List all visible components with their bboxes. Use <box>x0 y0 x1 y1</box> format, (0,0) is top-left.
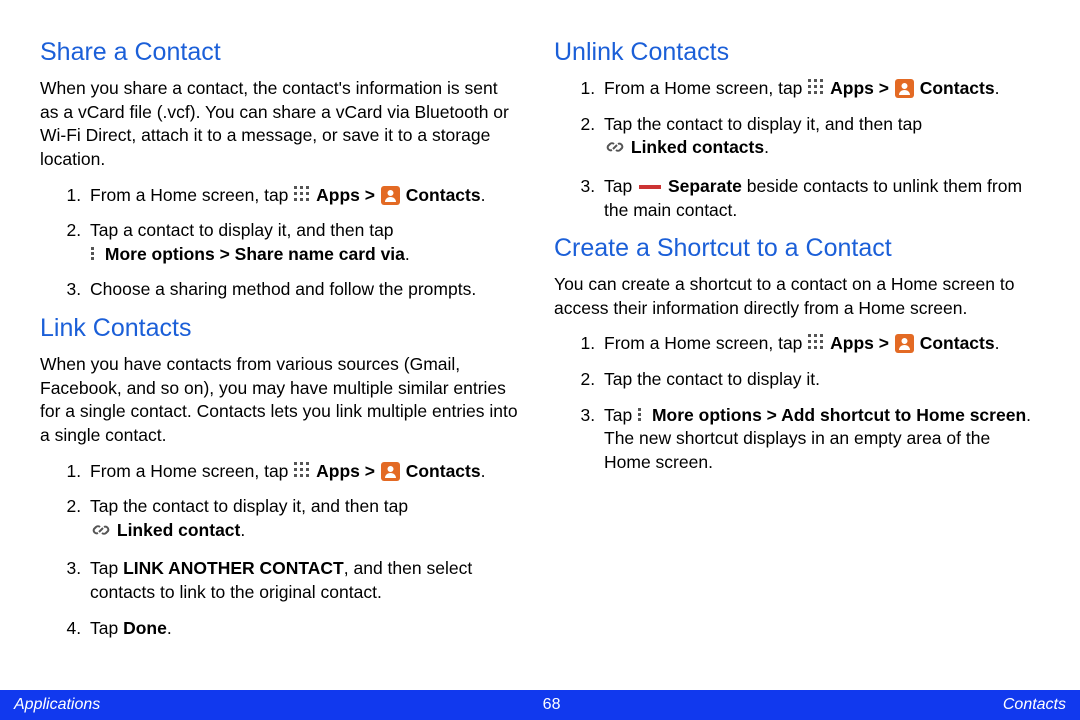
list-item: From a Home screen, tap Apps > Contacts. <box>600 77 1040 101</box>
list-item: Choose a sharing method and follow the p… <box>86 278 520 302</box>
list-item: Tap the contact to display it, and then … <box>86 495 520 545</box>
more-options-icon <box>638 406 644 423</box>
list-item: Tap the contact to display it, and then … <box>600 113 1040 163</box>
create-shortcut-heading: Create a Shortcut to a Contact <box>554 234 1040 263</box>
list-item: Tap More options > Add shortcut to Home … <box>600 404 1040 475</box>
link-contacts-heading: Link Contacts <box>40 314 520 343</box>
more-options-icon <box>91 245 97 262</box>
contacts-icon <box>895 79 914 98</box>
list-item: Tap the contact to display it. <box>600 368 1040 392</box>
list-item: Tap LINK ANOTHER CONTACT, and then selec… <box>86 557 520 604</box>
apps-grid-icon <box>294 462 310 478</box>
footer-right: Contacts <box>1003 696 1066 714</box>
link-contacts-intro: When you have contacts from various sour… <box>40 353 520 448</box>
minus-icon <box>639 185 661 189</box>
page-number: 68 <box>543 696 561 714</box>
apps-grid-icon <box>294 186 310 202</box>
list-item: From a Home screen, tap Apps > Contacts. <box>86 460 520 484</box>
page-footer: Applications 68 Contacts <box>0 690 1080 720</box>
contacts-icon <box>381 462 400 481</box>
share-contact-intro: When you share a contact, the contact's … <box>40 77 520 172</box>
link-icon <box>606 138 624 163</box>
share-contact-heading: Share a Contact <box>40 38 520 67</box>
apps-grid-icon <box>808 334 824 350</box>
list-item: Tap Done. <box>86 617 520 641</box>
contacts-icon <box>895 334 914 353</box>
footer-left: Applications <box>14 696 100 714</box>
contacts-icon <box>381 186 400 205</box>
list-item: From a Home screen, tap Apps > Contacts. <box>600 332 1040 356</box>
link-icon <box>92 521 110 546</box>
unlink-contacts-heading: Unlink Contacts <box>554 38 1040 67</box>
list-item: Tap Separate beside contacts to unlink t… <box>600 175 1040 222</box>
list-item: Tap a contact to display it, and then ta… <box>86 219 520 266</box>
apps-grid-icon <box>808 79 824 95</box>
create-shortcut-intro: You can create a shortcut to a contact o… <box>554 273 1040 320</box>
list-item: From a Home screen, tap Apps > Contacts. <box>86 184 520 208</box>
